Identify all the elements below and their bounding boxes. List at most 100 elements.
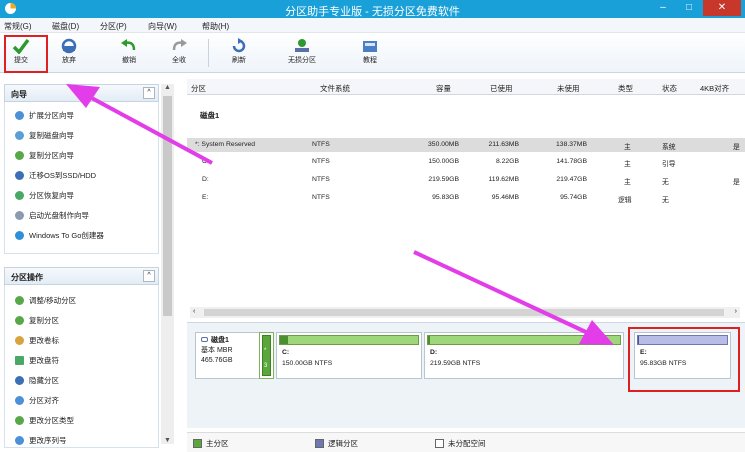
col-capacity[interactable]: 容量 (436, 83, 451, 94)
serial-number-icon (15, 436, 24, 445)
table-row[interactable]: D: NTFS 219.59GB 119.62MB 219.47GB 主 无 是 (187, 173, 745, 187)
partition-info: 219.59GB NTFS (430, 360, 481, 367)
partition-name: D: (430, 349, 438, 356)
row-status: 引导 (662, 161, 676, 168)
table-scroll-thumb[interactable] (204, 309, 724, 316)
row-used: 119.62MB (488, 176, 519, 183)
op-item-copy-partition[interactable]: 复制分区 (15, 315, 59, 326)
drive-letter-icon (15, 356, 24, 365)
row-partition-name: D: (202, 176, 209, 183)
table-row[interactable]: C: NTFS 150.00GB 8.22GB 141.78GB 主 引导 (187, 155, 745, 169)
op-item-change-type[interactable]: 更改分区类型 (15, 415, 74, 426)
wizard-panel-header: 向导 ^ (4, 84, 159, 102)
disk-info-card[interactable]: 磁盘1 基本 MBR 465.76GB (195, 332, 261, 379)
redo-label: 全收 (172, 57, 186, 64)
row-type: 主 (624, 179, 631, 186)
sidebar-scrollbar[interactable]: ▲ ▼ (161, 84, 174, 444)
scroll-right-arrow-icon[interactable]: › (735, 308, 737, 315)
legend-unallocated: 未分配空间 (435, 438, 486, 449)
wizard-item-migrate-os[interactable]: 迁移OS到SSD/HDD (15, 170, 96, 181)
op-item-resize-move[interactable]: 调整/移动分区 (15, 295, 76, 306)
row-partition-name: E: (202, 194, 209, 201)
table-row[interactable]: *: System Reserved NTFS 350.00MB 211.63M… (187, 138, 745, 152)
op-item-align-partition[interactable]: 分区对齐 (15, 395, 59, 406)
partition-block-c[interactable]: C: 150.00GB NTFS (276, 332, 422, 379)
scroll-left-arrow-icon[interactable]: ‹ (193, 308, 195, 315)
disk-size: 465.76GB (201, 357, 233, 364)
scroll-down-arrow-icon[interactable]: ▼ (164, 437, 171, 444)
refresh-button[interactable]: 刷新 (222, 35, 256, 71)
copy-icon (15, 316, 24, 325)
row-type: 逻辑 (618, 197, 632, 204)
ops-panel: 调整/移动分区 复制分区 更改卷标 更改盘符 隐藏分区 分区对齐 更改分区类型 … (4, 285, 159, 448)
op-item-change-serial[interactable]: 更改序列号 (15, 435, 67, 446)
migrate-os-icon (15, 171, 24, 180)
resize-icon (15, 296, 24, 305)
row-free: 95.74GB (560, 194, 587, 201)
partition-block-system[interactable]: * 3 (259, 332, 274, 379)
tutorial-label: 教程 (363, 57, 377, 64)
close-button[interactable]: ✕ (703, 0, 741, 16)
menu-partition[interactable]: 分区(P) (100, 21, 127, 32)
legend-primary: 主分区 (193, 438, 229, 449)
hide-icon (15, 376, 24, 385)
row-partition-name: C: (202, 158, 209, 165)
col-partition[interactable]: 分区 (191, 83, 206, 94)
partition-name: C: (282, 349, 290, 356)
col-free[interactable]: 未使用 (557, 83, 580, 94)
table-row[interactable]: E: NTFS 95.83GB 95.46MB 95.74GB 逻辑 无 (187, 191, 745, 205)
legend-logical: 逻辑分区 (315, 438, 358, 449)
scroll-up-arrow-icon[interactable]: ▲ (164, 84, 171, 91)
lossless-partition-button[interactable]: 无损分区 (285, 35, 319, 71)
partition-used-fill (428, 336, 430, 344)
col-used[interactable]: 已使用 (490, 83, 513, 94)
col-type[interactable]: 类型 (618, 83, 633, 94)
legend-bar: 主分区 逻辑分区 未分配空间 (187, 432, 745, 452)
row-capacity: 219.59GB (428, 176, 459, 183)
redo-arrow-icon (172, 39, 187, 51)
row-align: 是 (733, 144, 740, 151)
col-filesystem[interactable]: 文件系统 (320, 83, 350, 94)
menu-general[interactable]: 常规(G) (4, 21, 32, 32)
op-item-hide-partition[interactable]: 隐藏分区 (15, 375, 59, 386)
wizard-item-boot-disc[interactable]: 启动光盘制作向导 (15, 210, 89, 221)
lossless-partition-label: 无损分区 (288, 57, 316, 64)
align-icon (15, 396, 24, 405)
wizard-item-copy-disk[interactable]: 复制磁盘向导 (15, 130, 74, 141)
col-4k-align[interactable]: 4KB对齐 (700, 83, 729, 94)
tutorial-button[interactable]: 教程 (353, 35, 387, 71)
discard-button[interactable]: 放弃 (52, 35, 86, 71)
copy-partition-icon (15, 151, 24, 160)
wizard-item-copy-partition[interactable]: 复制分区向导 (15, 150, 74, 161)
toolbar: 提交 放弃 撤销 全收 刷新 无损分区 教程 (0, 33, 745, 73)
menu-wizard[interactable]: 向导(W) (148, 21, 177, 32)
collapse-ops-button[interactable]: ^ (143, 270, 155, 282)
wizard-item-partition-recovery[interactable]: 分区恢复向导 (15, 190, 74, 201)
menu-help[interactable]: 帮助(H) (202, 21, 229, 32)
redo-button[interactable]: 全收 (162, 35, 196, 71)
unallocated-swatch (435, 439, 444, 448)
op-item-change-drive-letter[interactable]: 更改盘符 (15, 355, 59, 366)
refresh-icon (232, 38, 246, 53)
partition-block-d[interactable]: D: 219.59GB NTFS (424, 332, 624, 379)
partition-table: 分区 文件系统 容量 已使用 未使用 类型 状态 4KB对齐 磁盘1 *: Sy… (187, 79, 745, 319)
wizard-item-windows-to-go[interactable]: Windows To Go创建器 (15, 230, 104, 241)
system-reserved-mark: * (264, 348, 267, 354)
minimize-button[interactable]: – (650, 0, 676, 16)
row-type: 主 (624, 161, 631, 168)
partition-tree-icon (295, 39, 309, 52)
row-filesystem: NTFS (312, 176, 330, 183)
row-filesystem: NTFS (312, 141, 330, 148)
collapse-wizard-button[interactable]: ^ (143, 87, 155, 99)
wizard-panel-title: 向导 (11, 90, 27, 99)
sidebar-scroll-thumb[interactable] (163, 96, 172, 316)
tutorial-book-icon (363, 41, 377, 52)
wizard-item-extend-partition[interactable]: 扩展分区向导 (15, 110, 74, 121)
col-status[interactable]: 状态 (662, 83, 677, 94)
menu-disk[interactable]: 磁盘(D) (52, 21, 79, 32)
undo-button[interactable]: 撤销 (112, 35, 146, 71)
maximize-button[interactable]: □ (676, 0, 702, 16)
op-item-change-label[interactable]: 更改卷标 (15, 335, 59, 346)
table-horizontal-scrollbar[interactable]: ‹ › (190, 307, 740, 318)
ops-panel-header: 分区操作 ^ (4, 267, 159, 285)
